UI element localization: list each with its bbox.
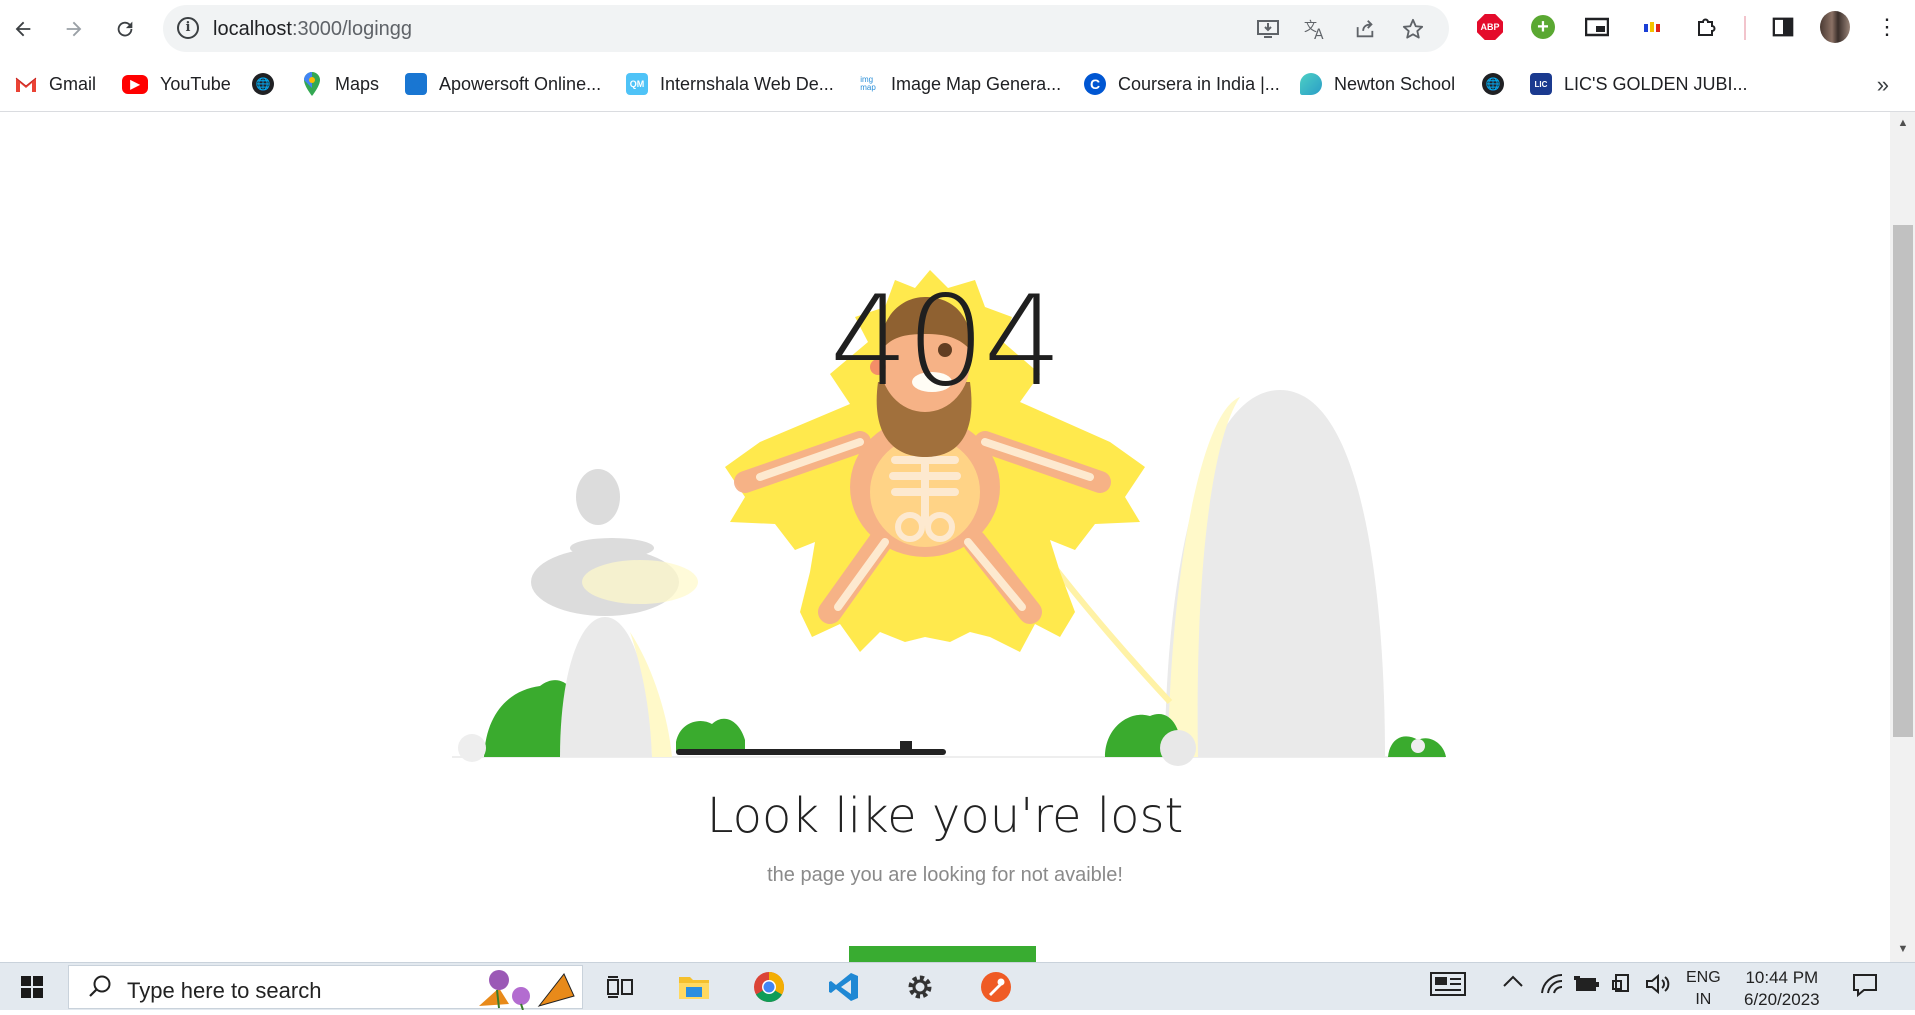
bookmark-gmail[interactable]: Gmail: [15, 70, 96, 98]
youtube-icon: ▶: [122, 74, 148, 94]
profile-avatar[interactable]: [1820, 11, 1850, 43]
svg-text:A: A: [1314, 27, 1324, 41]
forward-button[interactable]: [57, 12, 91, 46]
scroll-down-arrow[interactable]: ▼: [1895, 943, 1911, 957]
volume-icon[interactable]: [1645, 973, 1671, 1000]
bookmark-newton-school[interactable]: Newton School: [1300, 70, 1455, 98]
search-icon: [87, 974, 113, 1006]
windows-taskbar: Type here to search ENG IN 10:44 PM 6/20…: [0, 962, 1915, 1011]
maps-icon: [301, 72, 323, 96]
bookmark-label: YouTube: [160, 73, 231, 94]
newton-icon: [1300, 73, 1322, 95]
reload-icon: [117, 21, 133, 37]
site-info-icon[interactable]: i: [177, 17, 199, 39]
bookmark-lic[interactable]: LIC LIC'S GOLDEN JUBI...: [1530, 70, 1747, 98]
bookmark-globe-2[interactable]: 🌐: [1482, 70, 1516, 98]
bookmark-globe-1[interactable]: 🌐: [252, 70, 286, 98]
browser-toolbar: i localhost:3000/logingg 文A ABP + ⋮: [0, 0, 1915, 57]
bookmark-internshala[interactable]: QM Internshala Web De...: [626, 70, 834, 98]
taskbar-search-box[interactable]: Type here to search: [68, 965, 583, 1011]
file-explorer-icon[interactable]: [672, 967, 716, 1007]
language-indicator[interactable]: ENG IN: [1686, 967, 1721, 1011]
url-text[interactable]: localhost:3000/logingg: [213, 18, 412, 41]
url-host: localhost: [213, 18, 292, 40]
share-icon[interactable]: [1351, 15, 1379, 43]
clock-date: 6/20/2023: [1744, 990, 1820, 1009]
gmail-icon: [15, 73, 37, 95]
region-code: IN: [1695, 991, 1712, 1008]
butterfly-doodle-icon: [469, 966, 579, 1015]
bookmark-coursera[interactable]: C Coursera in India |...: [1084, 70, 1280, 98]
bookmark-label: LIC'S GOLDEN JUBI...: [1564, 73, 1748, 94]
toolbar-divider: [1744, 16, 1746, 40]
back-arrow-icon: [15, 21, 31, 37]
address-bar[interactable]: i localhost:3000/logingg 文A: [163, 5, 1449, 52]
browser-chrome: i localhost:3000/logingg 文A ABP + ⋮ Gmai…: [0, 0, 1915, 112]
picture-in-picture-icon[interactable]: [1582, 12, 1612, 42]
bookmark-youtube[interactable]: ▶ YouTube: [122, 70, 231, 98]
bookmark-label: Newton School: [1334, 73, 1456, 94]
lic-icon: LIC: [1530, 73, 1552, 95]
abp-label: ABP: [1477, 14, 1503, 40]
bookmark-image-map[interactable]: img map Image Map Genera...: [857, 70, 1061, 98]
coursera-icon: C: [1084, 73, 1106, 95]
scrollbar-thumb[interactable]: [1893, 225, 1913, 737]
error-code: 404: [829, 270, 1063, 414]
vscode-icon[interactable]: [822, 967, 866, 1007]
start-button[interactable]: [0, 963, 64, 1011]
page-headline: Look like you're lost: [706, 788, 1184, 844]
globe-icon: 🌐: [1482, 73, 1504, 95]
bookmark-maps[interactable]: Maps: [301, 70, 379, 98]
windows-logo-icon: [21, 976, 43, 998]
task-view-icon[interactable]: [598, 967, 642, 1007]
green-plus-extension-icon[interactable]: +: [1528, 12, 1558, 42]
postman-icon[interactable]: [974, 967, 1018, 1007]
adblock-plus-icon[interactable]: ABP: [1475, 12, 1505, 42]
apowersoft-icon: 👤: [405, 73, 427, 95]
chrome-taskbar-icon[interactable]: [747, 967, 791, 1007]
bookmark-label: Maps: [335, 73, 380, 94]
page-subline: the page you are looking for not avaible…: [767, 864, 1123, 886]
bookmarks-bar: Gmail ▶ YouTube 🌐 Maps 👤 Apowersoft Onli…: [0, 66, 1915, 102]
clock-time: 10:44 PM: [1745, 968, 1819, 987]
bookmark-label: Image Map Genera...: [891, 73, 1062, 94]
back-button[interactable]: [6, 12, 40, 46]
bookmark-label: Gmail: [49, 73, 97, 94]
taskbar-clock[interactable]: 10:44 PM 6/20/2023: [1744, 967, 1820, 1011]
settings-gear-icon[interactable]: [898, 967, 942, 1007]
bookmark-label: Internshala Web De...: [660, 73, 834, 94]
tray-chevron-up-icon[interactable]: [1502, 973, 1524, 994]
url-path: :3000/logingg: [291, 18, 413, 40]
bookmark-star-icon[interactable]: [1399, 15, 1427, 43]
color-extension-icon[interactable]: [1637, 12, 1667, 42]
notifications-icon[interactable]: [1852, 973, 1878, 1002]
reload-button[interactable]: [108, 12, 142, 46]
translate-icon[interactable]: 文A: [1302, 15, 1330, 43]
battery-icon[interactable]: [1574, 975, 1600, 998]
device-icon[interactable]: [1612, 973, 1632, 1000]
extensions-puzzle-icon[interactable]: [1692, 12, 1722, 42]
install-app-icon[interactable]: [1254, 15, 1282, 43]
page-content: 404 Look like you're lost the page you a…: [0, 112, 1890, 962]
wifi-icon[interactable]: [1540, 973, 1564, 1000]
news-widget-icon[interactable]: [1430, 969, 1466, 1004]
bookmark-apowersoft[interactable]: 👤 Apowersoft Online...: [405, 70, 601, 98]
internshala-icon: QM: [626, 73, 648, 95]
go-home-button[interactable]: [849, 946, 1036, 962]
language-code: ENG: [1686, 969, 1721, 986]
imagemap-icon: img map: [860, 75, 876, 92]
bookmark-label: Apowersoft Online...: [439, 73, 602, 94]
more-bookmarks-button[interactable]: »: [1877, 72, 1889, 98]
browser-menu-icon[interactable]: ⋮: [1872, 12, 1902, 42]
search-placeholder: Type here to search: [127, 978, 322, 1003]
bookmark-label: Coursera in India |...: [1118, 73, 1280, 94]
forward-arrow-icon: [66, 21, 82, 37]
side-panel-icon[interactable]: [1768, 12, 1798, 42]
scroll-up-arrow[interactable]: ▲: [1895, 117, 1911, 131]
globe-icon: 🌐: [252, 73, 274, 95]
